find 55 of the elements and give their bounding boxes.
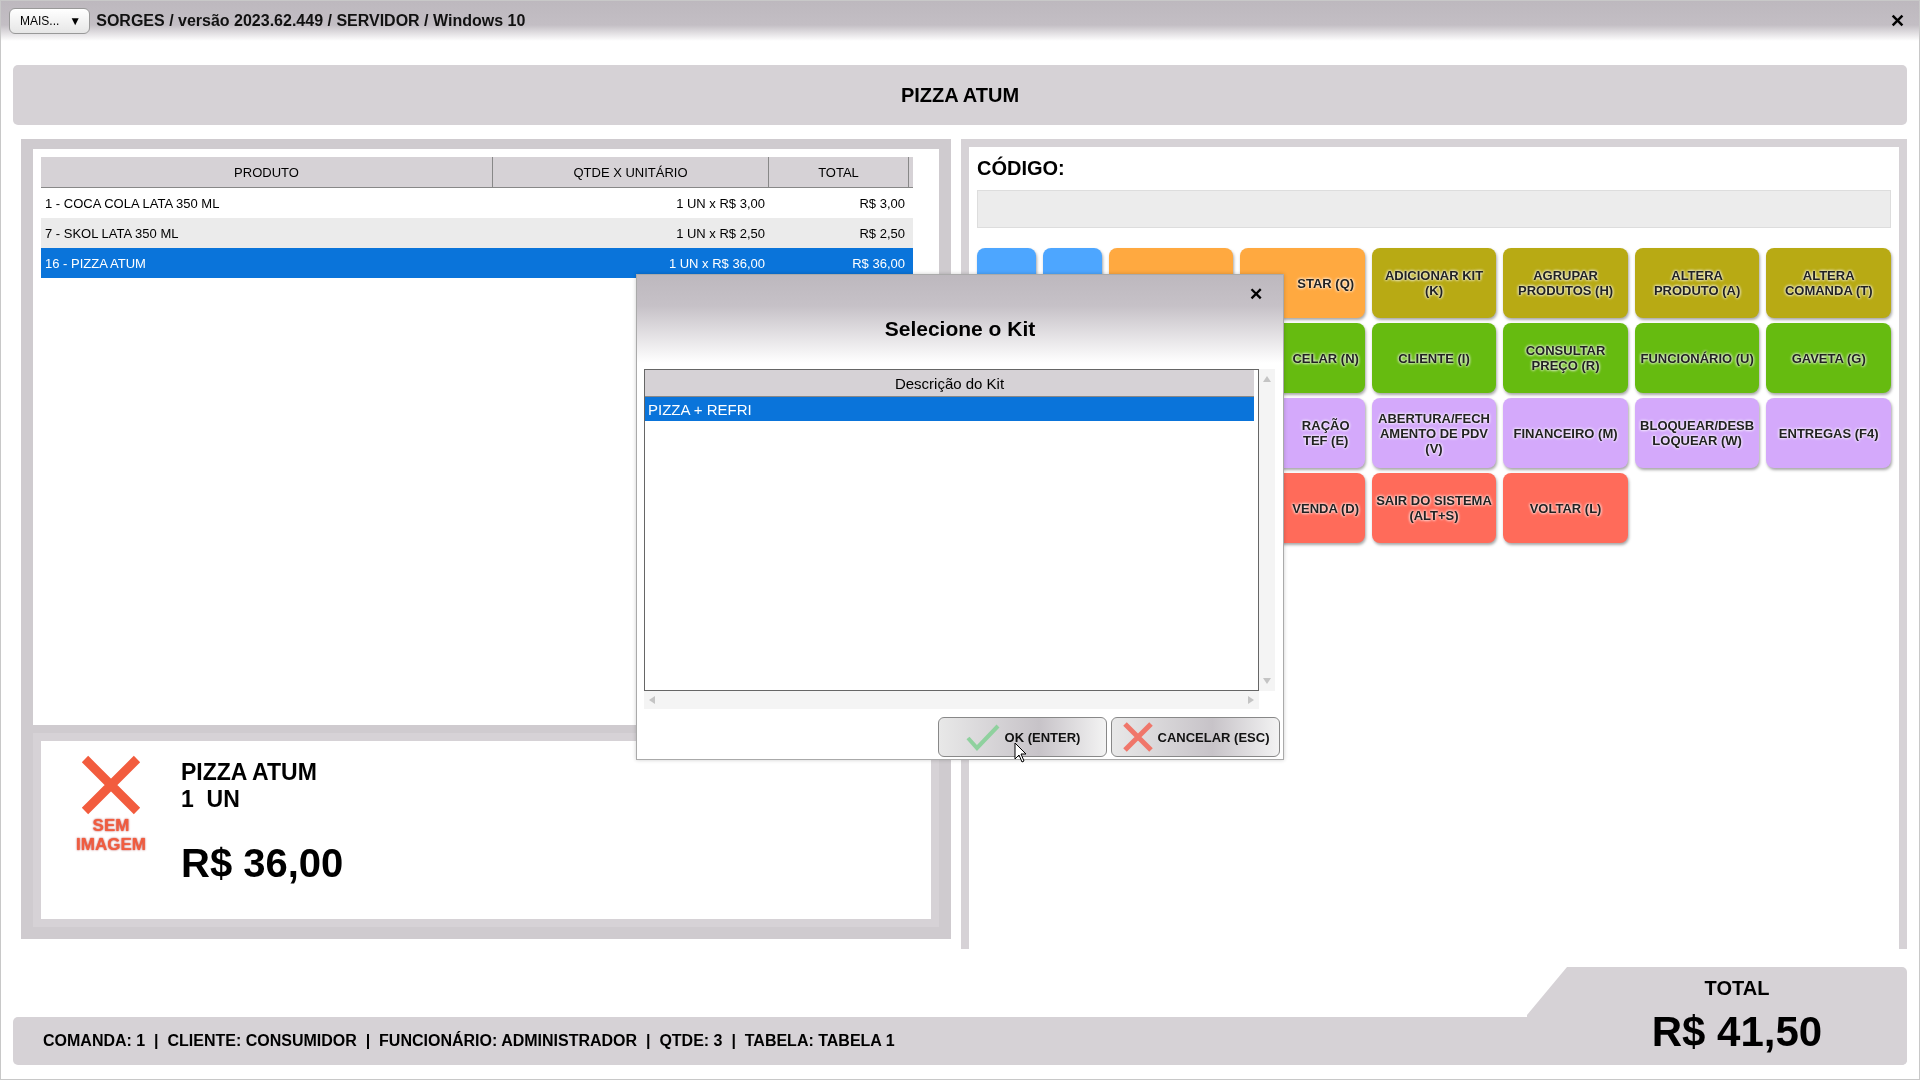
scroll-up-icon[interactable] xyxy=(1262,375,1272,383)
window-title: SORGES / versão 2023.62.449 / SERVIDOR / Windows 10 xyxy=(96,12,526,30)
function-button[interactable]: CLIENTE (I) xyxy=(1371,323,1497,393)
cancel-button[interactable]: CANCELAR (ESC) xyxy=(1111,717,1280,757)
table-cell-text: 1 - COCA COLA LATA 350 ML xyxy=(44,195,221,211)
function-button[interactable]: AGRUPAR PRODUTOS (H) xyxy=(1503,248,1628,318)
status-text: COMANDA: 1 | CLIENTE: CONSUMIDOR | FUNCIONÁRIO: ADMINISTRADOR | QTDE: 3 | TABELA: TABELA 1 xyxy=(43,1032,895,1050)
code-input-field[interactable] xyxy=(977,190,1891,228)
ok-button[interactable]: OK (ENTER) xyxy=(938,717,1107,757)
function-button[interactable]: SAIR DO SISTEMA (ALT+S) xyxy=(1371,473,1497,543)
table-cell-text: 1 UN x R$ 3,00 xyxy=(675,195,766,211)
table-cell-text: 7 - SKOL LATA 350 ML xyxy=(44,225,180,241)
column-header: TOTAL xyxy=(769,157,909,187)
dialog-title: Selecione o Kit xyxy=(884,317,1036,341)
function-button[interactable]: CONSULTAR PREÇO (R) xyxy=(1503,323,1628,393)
column-header: QTDE X UNITÁRIO xyxy=(493,157,769,187)
table-cell-text: R$ 36,00 xyxy=(851,255,906,271)
product-price: R$ 36,00 xyxy=(181,841,344,886)
function-button[interactable]: GAVETA (G) xyxy=(1766,323,1891,393)
no-image-label: SEM IMAGEM xyxy=(75,817,147,855)
scroll-left-icon[interactable] xyxy=(648,695,656,705)
product-header: PIZZA ATUM xyxy=(13,65,1907,125)
table-cell-text: 1 UN x R$ 36,00 xyxy=(667,255,766,271)
scroll-right-icon[interactable] xyxy=(1247,695,1255,705)
total-label: TOTAL xyxy=(1704,977,1770,1000)
item-row[interactable]: 16 - PIZZA ATUM 1 UN x R$ 36,00 R$ 36,00 xyxy=(41,248,913,278)
function-button[interactable]: ALTERA COMANDA (T) xyxy=(1766,248,1891,318)
item-row[interactable]: 7 - SKOL LATA 350 ML 1 UN x R$ 2,50 R$ 2,50 xyxy=(41,218,913,248)
function-button[interactable]: FINANCEIRO (M) xyxy=(1503,398,1628,468)
total-value: R$ 41,50 xyxy=(1651,1008,1823,1056)
product-name: PIZZA ATUM xyxy=(181,759,318,786)
product-quantity: 1 UN xyxy=(181,786,241,813)
scroll-down-icon[interactable] xyxy=(1262,677,1272,685)
table-cell-text: 16 - PIZZA ATUM xyxy=(44,255,147,271)
table-cell-text: 1 UN x R$ 2,50 xyxy=(675,225,766,241)
function-button[interactable]: ENTREGAS (F4) xyxy=(1766,398,1891,468)
function-button[interactable]: ABERTURA/FECHAMENTO DE PDV (V) xyxy=(1371,398,1497,468)
item-row[interactable]: 1 - COCA COLA LATA 350 ML 1 UN x R$ 3,00 R$ 3,00 xyxy=(41,188,913,218)
cross-icon xyxy=(79,753,143,817)
table-cell-text: R$ 3,00 xyxy=(858,195,906,211)
function-button[interactable]: BLOQUEAR/DESBLOQUEAR (W) xyxy=(1634,398,1760,468)
cross-icon xyxy=(1121,721,1154,753)
function-button[interactable]: ADICIONAR KIT (K) xyxy=(1371,248,1497,318)
close-button[interactable]: ✕ xyxy=(1884,10,1911,32)
column-header: PRODUTO xyxy=(41,157,493,187)
more-dropdown[interactable]: MAIS... ▼ xyxy=(9,8,91,34)
function-button[interactable]: FUNCIONÁRIO (U) xyxy=(1634,323,1760,393)
column-header: Descrição do Kit xyxy=(645,370,1254,397)
function-button[interactable]: VOLTAR (L) xyxy=(1503,473,1628,543)
function-button[interactable]: ALTERA PRODUTO (A) xyxy=(1634,248,1760,318)
kit-row[interactable]: PIZZA + REFRI xyxy=(645,397,1254,421)
check-icon xyxy=(964,723,1001,751)
close-button[interactable]: ✕ xyxy=(1243,283,1269,306)
table-cell-text: R$ 2,50 xyxy=(858,225,906,241)
code-label: CÓDIGO: xyxy=(977,157,1066,180)
